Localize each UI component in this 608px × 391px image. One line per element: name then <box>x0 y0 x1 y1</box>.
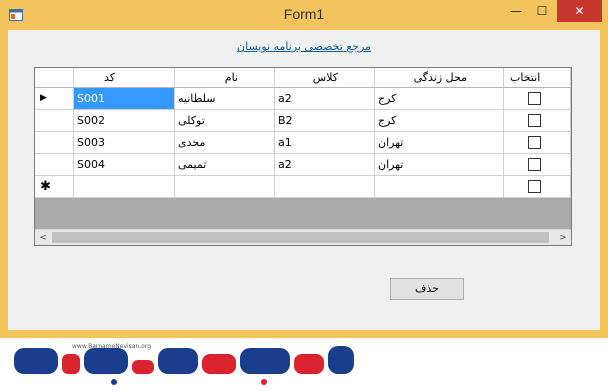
reference-link[interactable]: مرجع تخصصی برنامه نویسان <box>8 40 600 53</box>
column-header-class[interactable]: کلاس <box>275 68 375 88</box>
horizontal-scrollbar[interactable]: < > <box>35 229 571 245</box>
cell-code[interactable]: S003 <box>74 132 175 154</box>
row-header[interactable]: ✱ <box>35 176 74 198</box>
students-data-grid[interactable]: کد نام کلاس محل زندگی انتخاب ▶ S001 سلطا… <box>34 67 572 246</box>
cell-city[interactable]: کرج <box>375 88 504 110</box>
column-header-code[interactable]: کد <box>74 68 175 88</box>
new-row[interactable]: ✱ <box>35 176 571 198</box>
barnamenevisan-logo: www.BarnameNevisan.org <box>14 343 354 385</box>
scroll-left-icon[interactable]: < <box>37 232 49 244</box>
delete-button[interactable]: حذف <box>390 278 464 300</box>
cell-select <box>504 88 571 110</box>
cell-code[interactable]: S001 <box>74 88 175 110</box>
row-header[interactable] <box>35 110 74 132</box>
cell-class[interactable]: a2 <box>275 154 375 176</box>
scroll-right-icon[interactable]: > <box>557 232 569 244</box>
scroll-thumb[interactable] <box>52 232 549 243</box>
grid-corner-header[interactable] <box>35 68 74 88</box>
banner-url: www.BarnameNevisan.org <box>72 343 151 350</box>
row-header[interactable]: ▶ <box>35 88 74 110</box>
cell-city[interactable]: تهران <box>375 154 504 176</box>
minimize-button[interactable]: — <box>503 0 529 22</box>
table-row[interactable]: S003 محدی a1 تهران <box>35 132 571 154</box>
table-row[interactable]: ▶ S001 سلطانیه a2 کرج <box>35 88 571 110</box>
select-checkbox[interactable] <box>528 158 541 171</box>
cell-city[interactable]: کرج <box>375 110 504 132</box>
cell-name[interactable] <box>175 176 275 198</box>
form-client-area: مرجع تخصصی برنامه نویسان کد نام کلاس محل… <box>8 30 600 330</box>
maximize-button[interactable]: ☐ <box>529 0 555 22</box>
cell-class[interactable]: a2 <box>275 88 375 110</box>
select-checkbox[interactable] <box>528 180 541 193</box>
select-checkbox[interactable] <box>528 136 541 149</box>
cell-code[interactable]: S002 <box>74 110 175 132</box>
cell-code[interactable]: S004 <box>74 154 175 176</box>
cell-name[interactable]: محدی <box>175 132 275 154</box>
cell-select <box>504 154 571 176</box>
row-header[interactable] <box>35 132 74 154</box>
select-checkbox[interactable] <box>528 92 541 105</box>
table-row[interactable]: S004 تمیمی a2 تهران <box>35 154 571 176</box>
cell-city[interactable]: تهران <box>375 132 504 154</box>
cell-name[interactable]: تمیمی <box>175 154 275 176</box>
cell-class[interactable]: a1 <box>275 132 375 154</box>
title-bar[interactable]: Form1 — ☐ ✕ <box>0 0 608 30</box>
close-button[interactable]: ✕ <box>557 0 602 22</box>
current-row-indicator-icon: ▶ <box>40 93 47 103</box>
cell-name[interactable]: سلطانیه <box>175 88 275 110</box>
column-header-city[interactable]: محل زندگی <box>375 68 504 88</box>
cell-select <box>504 132 571 154</box>
cell-class[interactable] <box>275 176 375 198</box>
row-header[interactable] <box>35 154 74 176</box>
column-header-name[interactable]: نام <box>175 68 275 88</box>
grid-header-row: کد نام کلاس محل زندگی انتخاب <box>35 68 571 90</box>
table-row[interactable]: S002 توکلی B2 کرج <box>35 110 571 132</box>
select-checkbox[interactable] <box>528 114 541 127</box>
cell-city[interactable] <box>375 176 504 198</box>
cell-name[interactable]: توکلی <box>175 110 275 132</box>
new-row-asterisk-icon: ✱ <box>40 179 51 194</box>
cell-select <box>504 176 571 198</box>
cell-class[interactable]: B2 <box>275 110 375 132</box>
cell-code[interactable] <box>74 176 175 198</box>
column-header-select[interactable]: انتخاب <box>504 68 571 88</box>
form1-window: Form1 — ☐ ✕ مرجع تخصصی برنامه نویسان کد … <box>0 0 608 338</box>
cell-select <box>504 110 571 132</box>
